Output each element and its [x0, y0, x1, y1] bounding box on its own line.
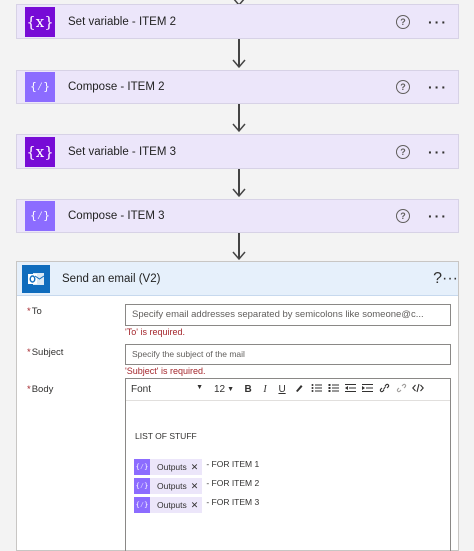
connector-arrow [232, 39, 246, 70]
numbered-list-icon[interactable] [325, 383, 341, 396]
compose-icon: {⁄} [25, 201, 55, 231]
list-item: {⁄} Outputs ✕ - FOR ITEM 1 [134, 459, 259, 475]
to-error: 'To' is required. [125, 327, 185, 337]
outputs-token[interactable]: {⁄} Outputs ✕ [134, 478, 203, 494]
step-title: Send an email (V2) [62, 272, 161, 285]
decrease-indent-icon[interactable] [342, 383, 358, 396]
bulleted-list-icon[interactable] [308, 383, 324, 396]
step-title: Compose - ITEM 3 [68, 210, 165, 222]
more-options-icon[interactable]: ··· [442, 270, 458, 288]
help-icon[interactable]: ? [396, 209, 410, 223]
bold-button[interactable]: B [240, 384, 256, 395]
help-icon[interactable]: ? [396, 144, 410, 159]
underline-button[interactable]: U [274, 384, 290, 395]
font-size-dropdown[interactable]: 12 ▼ [214, 384, 234, 395]
step-title: Compose - ITEM 2 [68, 81, 165, 93]
compose-icon: {⁄} [134, 478, 150, 494]
link-icon[interactable] [376, 383, 392, 396]
code-view-icon[interactable] [410, 383, 426, 396]
variable-icon: {x} [25, 6, 55, 37]
compose-icon: {⁄} [134, 459, 150, 475]
font-dropdown[interactable]: Font ▼ [126, 384, 206, 395]
more-options-icon[interactable]: ··· [428, 145, 448, 159]
list-item: {⁄} Outputs ✕ - FOR ITEM 3 [134, 497, 259, 513]
help-icon[interactable]: ? [433, 270, 442, 288]
more-options-icon[interactable]: ··· [428, 209, 448, 223]
outputs-token[interactable]: {⁄} Outputs ✕ [134, 459, 203, 475]
more-options-icon[interactable]: ··· [428, 15, 448, 29]
unlink-icon[interactable] [393, 383, 409, 396]
connector-arrow [232, 233, 246, 261]
body-label: *Body [27, 384, 54, 395]
subject-field[interactable]: Specify the subject of the mail [125, 344, 451, 365]
connector-arrow [232, 169, 246, 199]
subject-label: *Subject [27, 347, 64, 358]
step-send-email: Send an email (V2) ? ··· *To Specify ema… [16, 261, 459, 551]
email-card-header[interactable]: Send an email (V2) ? ··· [17, 262, 458, 296]
subject-error: 'Subject' is required. [125, 366, 206, 376]
step-set-variable-item-3[interactable]: {x} Set variable - ITEM 3 ? ··· [16, 134, 459, 169]
increase-indent-icon[interactable] [359, 383, 375, 396]
variable-icon: {x} [25, 136, 55, 167]
editor-toolbar: Font ▼ 12 ▼ B I U [126, 379, 450, 401]
compose-icon: {⁄} [25, 72, 55, 102]
step-title: Set variable - ITEM 3 [68, 145, 177, 158]
step-compose-item-3[interactable]: {⁄} Compose - ITEM 3 ? ··· [16, 199, 459, 233]
remove-token-icon[interactable]: ✕ [191, 481, 203, 492]
help-icon[interactable]: ? [396, 14, 410, 29]
help-icon[interactable]: ? [396, 80, 410, 94]
remove-token-icon[interactable]: ✕ [191, 462, 203, 473]
outlook-icon [22, 264, 50, 293]
outputs-token[interactable]: {⁄} Outputs ✕ [134, 497, 203, 513]
step-title: Set variable - ITEM 2 [68, 15, 177, 28]
compose-icon: {⁄} [134, 497, 150, 513]
body-editor[interactable]: Font ▼ 12 ▼ B I U LIST OF STUFF {⁄} Outp… [125, 378, 451, 551]
to-field[interactable]: Specify email addresses separated by sem… [125, 304, 451, 326]
caret-down-icon: ▼ [227, 386, 235, 393]
more-options-icon[interactable]: ··· [428, 80, 448, 94]
to-label: *To [27, 306, 42, 317]
list-item: {⁄} Outputs ✕ - FOR ITEM 2 [134, 478, 259, 494]
body-text: LIST OF STUFF [135, 431, 197, 441]
remove-token-icon[interactable]: ✕ [191, 500, 203, 511]
caret-down-icon: ▼ [196, 384, 203, 391]
italic-button[interactable]: I [257, 384, 273, 395]
step-set-variable-item-2[interactable]: {x} Set variable - ITEM 2 ? ··· [16, 4, 459, 39]
highlight-pen-icon[interactable] [291, 383, 307, 396]
step-compose-item-2[interactable]: {⁄} Compose - ITEM 2 ? ··· [16, 70, 459, 104]
connector-arrow [232, 104, 246, 134]
